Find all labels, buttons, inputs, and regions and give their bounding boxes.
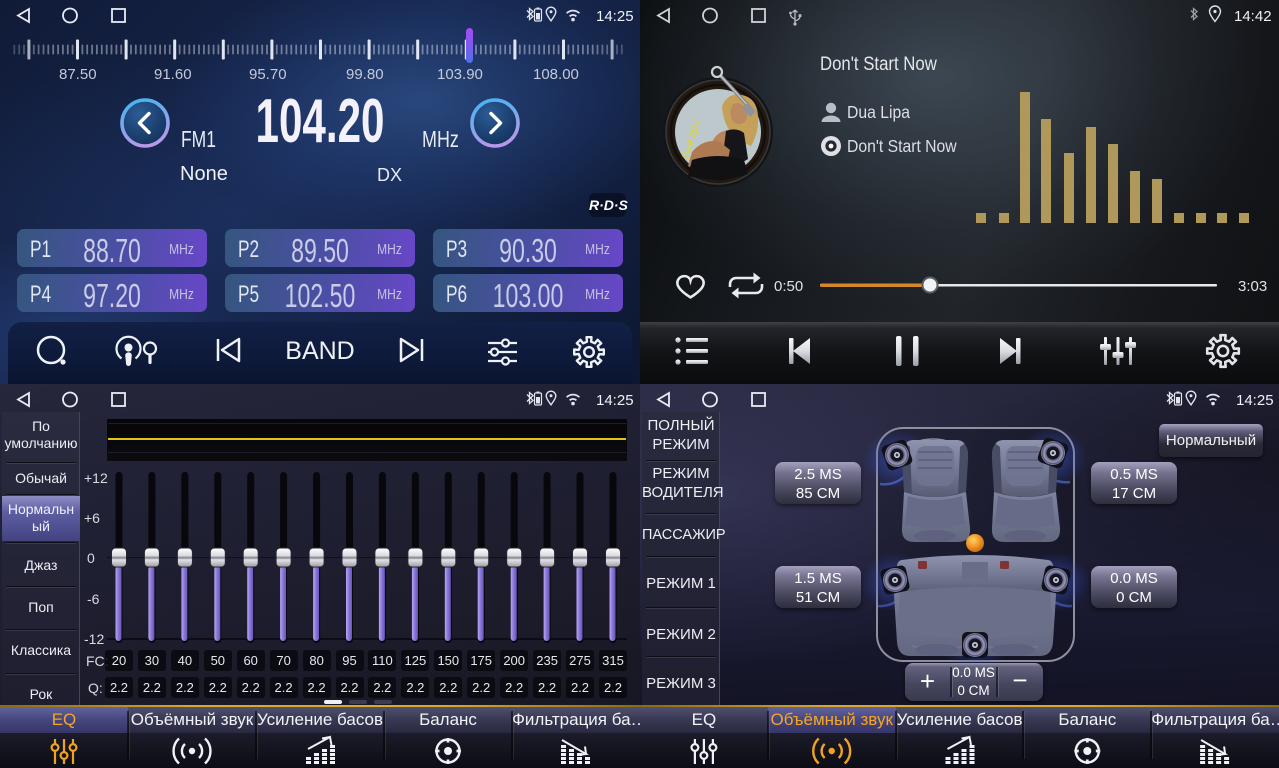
- svg-text:3:03: 3:03: [1238, 278, 1267, 295]
- svg-text:Dua Lipa: Dua Lipa: [847, 102, 911, 122]
- svg-text:14:25: 14:25: [596, 392, 634, 409]
- svg-text:14:25: 14:25: [1236, 392, 1274, 409]
- svg-text:0:50: 0:50: [774, 278, 803, 295]
- svg-text:14:42: 14:42: [1234, 8, 1272, 25]
- svg-text:Don't Start Now: Don't Start Now: [847, 136, 958, 156]
- svg-text:BAND: BAND: [285, 337, 354, 365]
- svg-text:Don't Start Now: Don't Start Now: [820, 53, 938, 74]
